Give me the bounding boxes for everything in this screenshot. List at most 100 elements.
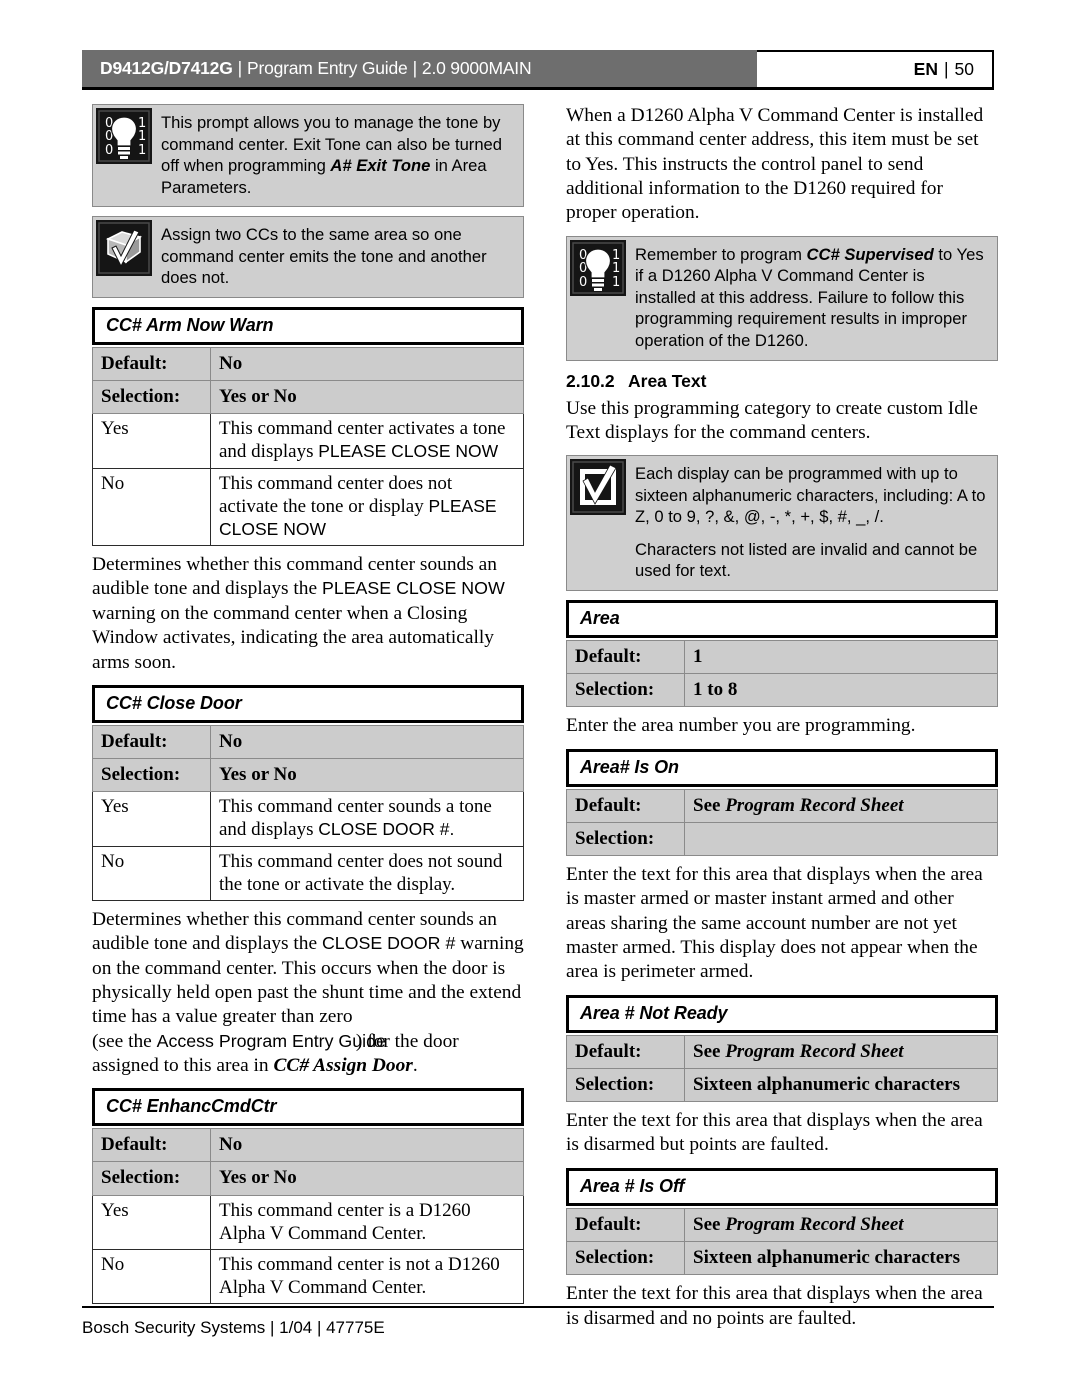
table-row: No This command center is not a D1260 Al…: [92, 1248, 524, 1305]
default-value-pre: See: [693, 1040, 726, 1062]
default-value: See Program Record Sheet: [684, 1207, 998, 1242]
param-table-arm-now-warn: Default: No Selection: Yes or No Yes Thi…: [92, 346, 524, 547]
header-separator-1: |: [237, 58, 243, 78]
footer-text: Bosch Security Systems | 1/04 | 47775E: [82, 1318, 385, 1337]
option-key: Yes: [92, 791, 211, 847]
paragraph-arm-now-warn: Determines whether this command center s…: [92, 553, 524, 675]
option-key: No: [92, 467, 211, 547]
para-overlap-fordoor: ) for the door: [355, 1030, 459, 1052]
para-part-c: warning on the command center when a Clo…: [92, 602, 494, 673]
selection-value: [684, 821, 998, 857]
callout-tip-text: Remember to program CC# Supervised to Ye…: [629, 237, 997, 360]
selection-label: Selection:: [92, 758, 211, 793]
option-desc: This command center sounds a tone and di…: [210, 791, 524, 847]
box-checkmark-icon-art: [96, 220, 152, 277]
tip-bold: CC# Supervised: [806, 244, 934, 264]
option-desc: This command center does not sound the t…: [210, 845, 524, 901]
checkbox-checkmark-icon-art: [570, 459, 626, 516]
paragraph-area-is-on: Enter the text for this area that displa…: [566, 864, 983, 983]
selection-label: Selection:: [92, 1161, 211, 1196]
selection-value: Yes or No: [210, 1161, 524, 1196]
note-text-2: Characters not listed are invalid and ca…: [635, 539, 978, 581]
header-language: EN: [913, 59, 938, 79]
param-table-area-is-on: Default: See Program Record Sheet Select…: [566, 788, 998, 857]
option-key: No: [92, 1248, 211, 1305]
para-overlap-guide: Access Program Entry Guide: [156, 1030, 386, 1051]
default-value: No: [210, 1128, 524, 1163]
para-part-f: CC# Assign Door: [273, 1054, 413, 1076]
option-desc-serif: This command center does not sound the t…: [219, 850, 503, 895]
option-key: No: [92, 845, 211, 901]
note-text-1: Each display can be programmed with up t…: [635, 464, 986, 527]
selection-label: Selection:: [92, 380, 211, 415]
checkbox-checkmark-icon: [570, 459, 626, 516]
right-column: When a D1260 Alpha V Command Center is i…: [566, 104, 998, 1341]
table-row-selection: Selection: Yes or No: [92, 380, 524, 415]
svg-text:0: 0: [105, 143, 113, 158]
option-key: Yes: [92, 1194, 211, 1250]
tip-text-a: Remember to program: [635, 244, 807, 264]
default-value: No: [210, 346, 524, 382]
table-row-selection: Selection: Yes or No: [92, 758, 524, 793]
default-value: No: [210, 724, 524, 760]
paragraph-area: Enter the area number you are programmin…: [566, 715, 916, 737]
table-row-selection: Selection: 1 to 8: [566, 673, 998, 708]
selection-value: Sixteen alphanumeric characters: [684, 1067, 998, 1103]
section-title-area-not-ready: Area # Not Ready: [566, 994, 998, 1033]
param-table-close-door: Default: No Selection: Yes or No Yes Thi…: [92, 724, 524, 901]
header-separator-2: |: [412, 58, 418, 78]
header-separator-3: |: [943, 59, 949, 79]
default-value-pre: See: [693, 794, 726, 816]
option-desc: This command center is a D1260 Alpha V C…: [210, 1194, 524, 1250]
table-row-selection: Selection: Yes or No: [92, 1161, 524, 1196]
param-table-area-not-ready: Default: See Program Record Sheet Select…: [566, 1034, 998, 1103]
lightbulb-binary-icon-art: 0 0 0 1 1 1: [570, 239, 626, 296]
table-row-selection: Selection: Sixteen alphanumeric characte…: [566, 1067, 998, 1103]
default-label: Default:: [92, 724, 211, 760]
selection-value: Yes or No: [210, 380, 524, 415]
lightbulb-binary-icon: 0 0 0 1 1 1: [96, 108, 152, 164]
section-title-area: Area: [566, 600, 998, 639]
table-row-default: Default: 1: [566, 640, 998, 675]
table-row: Yes This command center is a D1260 Alpha…: [92, 1194, 524, 1250]
option-desc: This command center does not activate th…: [210, 467, 524, 547]
callout-note-alphanumeric: Each display can be programmed with up t…: [566, 455, 998, 592]
header-page-band: EN | 50: [757, 50, 994, 87]
lightbulb-binary-icon-art: 0 0 0 1 1 1: [96, 108, 152, 164]
default-value-italic: Program Record Sheet: [725, 1213, 904, 1235]
callout-note-text: Assign two CCs to the same area so one c…: [155, 217, 523, 297]
selection-label: Selection:: [566, 673, 685, 708]
option-desc: This command center is not a D1260 Alpha…: [210, 1248, 524, 1305]
paragraph-close-door: Determines whether this command center s…: [92, 908, 524, 1078]
svg-text:0: 0: [579, 275, 587, 290]
page-header: D9412G/D7412G | Program Entry Guide | 2.0 90…: [82, 50, 994, 90]
option-desc-serif: This command center does not activate th…: [219, 472, 453, 517]
default-label: Default:: [566, 788, 685, 823]
default-value-italic: Program Record Sheet: [725, 1040, 904, 1062]
header-version: 2.0 9000MAIN: [421, 58, 532, 78]
page-footer: Bosch Security Systems | 1/04 | 47775E: [82, 1306, 994, 1338]
table-row-default: Default: See Program Record Sheet: [566, 1207, 998, 1242]
section-title-arm-now-warn: CC# Arm Now Warn: [92, 306, 524, 345]
table-row: Yes This command center sounds a tone an…: [92, 791, 524, 847]
option-desc-display: CLOSE DOOR #.: [318, 819, 455, 840]
option-desc-display: PLEASE CLOSE NOW: [318, 441, 499, 462]
svg-text:1: 1: [612, 275, 620, 290]
callout-icon-wrap: 0 0 0 1 1 1: [567, 237, 629, 296]
default-value: See Program Record Sheet: [684, 788, 998, 823]
callout-note-text: Each display can be programmed with up t…: [629, 456, 997, 590]
table-row-default: Default: See Program Record Sheet: [566, 1034, 998, 1069]
default-value-italic: Program Record Sheet: [725, 794, 904, 816]
subsection-title: Area Text: [628, 370, 707, 391]
header-guide: Program Entry Guide: [246, 58, 408, 78]
tip-line-1: This prompt allows you to manage the: [161, 113, 442, 132]
table-row-default: Default: No: [92, 1128, 524, 1163]
callout-icon-wrap: 0 0 0 1 1 1: [93, 105, 155, 164]
table-row: Yes This command center activates a tone…: [92, 413, 524, 469]
selection-label: Selection:: [566, 821, 685, 857]
section-title-close-door: CC# Close Door: [92, 684, 524, 723]
section-title-area-is-on: Area# Is On: [566, 748, 998, 787]
callout-icon-wrap: [567, 456, 629, 516]
default-label: Default:: [566, 1207, 685, 1242]
table-row-selection: Selection: Sixteen alphanumeric characte…: [566, 1240, 998, 1276]
